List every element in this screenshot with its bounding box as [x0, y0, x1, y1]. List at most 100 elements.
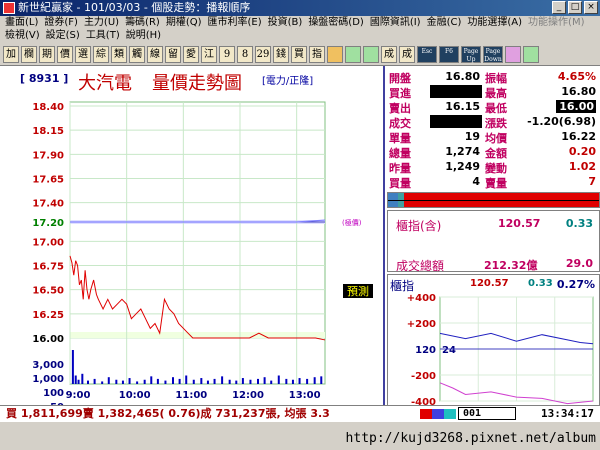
toolbar-button-13[interactable]: 8 [237, 45, 253, 63]
volume-bar [313, 377, 316, 384]
toolbar-button-23[interactable]: Esc [417, 45, 437, 63]
menu-item-secondary-3[interactable]: 說明(H) [123, 29, 164, 43]
target-tag: 預測 [347, 284, 369, 298]
mini-index-label: 櫃指 [390, 279, 415, 293]
quote-value: 19 [464, 130, 480, 143]
price-tick-label: 16.75 [32, 262, 64, 273]
volume-bar [285, 378, 288, 384]
quote-label: 賣出 [389, 102, 411, 115]
menu-item-secondary-2[interactable]: 工具(T) [83, 29, 123, 43]
time-tick-label: 10:00 [119, 390, 151, 401]
toolbar-button-16[interactable]: 買 [291, 45, 307, 63]
volume-bar [172, 377, 174, 384]
menu-item-5[interactable]: 匯市利率(E) [205, 16, 265, 30]
toolbar-button-3[interactable]: 價 [57, 45, 73, 63]
menu-item-10[interactable]: 功能選擇(A) [464, 16, 525, 30]
menu-item-4[interactable]: 期權(Q) [163, 16, 205, 30]
menu-item-1[interactable]: 證券(F) [41, 16, 81, 30]
quote-label: 均價 [485, 132, 507, 145]
menu-item-11[interactable]: 功能操作(M) [525, 16, 587, 30]
price-tick-label: 17.00 [32, 237, 64, 248]
volume-bar [87, 380, 89, 384]
menu-item-2[interactable]: 主力(U) [81, 16, 122, 30]
menu-item-8[interactable]: 國際資訊(I) [367, 16, 424, 30]
toolbar-button-1[interactable]: 欄 [21, 45, 37, 63]
toolbar-button-21[interactable]: 成 [381, 45, 397, 63]
menu-item-0[interactable]: 畫面(L) [2, 16, 41, 30]
toolbar-button-19[interactable] [345, 45, 361, 63]
toolbar-button-14[interactable]: 29 [255, 45, 271, 63]
toolbar-button-2[interactable]: 期 [39, 45, 55, 63]
menu-item-6[interactable]: 投資(B) [265, 16, 306, 30]
volume-bar [200, 378, 203, 384]
menu-item-secondary-0[interactable]: 檢視(V) [2, 29, 43, 43]
volume-bar [107, 377, 110, 384]
price-tick-label: 16.25 [32, 310, 64, 321]
close-button[interactable]: × [584, 1, 598, 14]
quote-label: 昨量 [389, 162, 411, 175]
watermark-url: http://kujd3268.pixnet.net/album [345, 431, 596, 446]
toolbar-button-26[interactable]: Page Down [483, 45, 503, 63]
price-tick-label: 16.00 [32, 334, 64, 345]
otc-index-label: 櫃指(含) [396, 219, 442, 233]
toolbar-button-12[interactable]: 9 [219, 45, 235, 63]
price-tick-label: 17.65 [32, 175, 64, 186]
toolbar-button-20[interactable] [363, 45, 379, 63]
limit-tag: (極價) [342, 218, 362, 227]
volume-bar [164, 380, 167, 384]
mini-center-value: 24 [442, 345, 456, 356]
toolbar-button-22[interactable]: 成 [399, 45, 415, 63]
quote-row: 買進 16.00 最高 16.80 [387, 85, 600, 100]
quote-label: 買進 [389, 87, 411, 100]
toolbar-button-6[interactable]: 類 [111, 45, 127, 63]
toolbar-button-9[interactable]: 留 [165, 45, 181, 63]
quote-value: 16.15 [445, 100, 480, 113]
toolbar-button-7[interactable]: 觸 [129, 45, 145, 63]
volume-bar [81, 373, 84, 384]
quote-label: 金額 [485, 147, 507, 160]
toolbar-button-17[interactable]: 指 [309, 45, 325, 63]
toolbar-button-27[interactable] [505, 45, 521, 63]
time-tick-label: 9:00 [66, 390, 91, 401]
toolbar-button-10[interactable]: 愛 [183, 45, 199, 63]
menu-item-9[interactable]: 金融(C) [424, 16, 465, 30]
quote-row: 單量 19 均價 16.22 [387, 130, 600, 145]
mini-tick-label: 120 [415, 345, 436, 356]
toolbar-button-18[interactable] [327, 45, 343, 63]
quote-value: 16.00 [556, 100, 596, 113]
time-tick-label: 13:00 [289, 390, 321, 401]
price-tick-label: 18.15 [32, 126, 64, 137]
menu-item-3[interactable]: 籌碼(R) [122, 16, 163, 30]
quote-label: 總量 [389, 147, 411, 160]
volume-bar [143, 379, 146, 384]
toolbar-button-0[interactable]: 加 [3, 45, 19, 63]
quote-label: 振幅 [485, 72, 507, 85]
volume-bar [192, 379, 195, 384]
quote-row: 買量 4 賣量 7 [387, 175, 600, 190]
volume-bar [74, 375, 77, 384]
mini-index-panel: 櫃指 120.57 0.33 0.27% +400 +200 120 -200 -400… [387, 274, 600, 406]
toolbar-button-8[interactable]: 線 [147, 45, 163, 63]
toolbar-button-25[interactable]: Page Up [461, 45, 481, 63]
menu-bar: 畫面(L) 證券(F) 主力(U) 籌碼(R) 期權(Q) 匯市利率(E) 投資(B) 操盤密… [0, 16, 600, 46]
limit-down-band [70, 332, 325, 338]
minimize-button[interactable]: _ [552, 1, 566, 14]
volume-bar [320, 376, 323, 384]
quote-value: 1.02 [568, 160, 596, 173]
toolbar-button-15[interactable]: 錢 [273, 45, 289, 63]
maximize-button[interactable]: □ [568, 1, 582, 14]
menu-item-7[interactable]: 操盤密碼(D) [305, 16, 367, 30]
menu-item-secondary-1[interactable]: 設定(S) [43, 29, 83, 43]
plot-frame [69, 101, 326, 385]
toolbar-button-28[interactable] [523, 45, 539, 63]
volume-bar [228, 379, 231, 384]
quote-row: 賣出 16.15 最低 16.00 [387, 100, 600, 115]
menu-row-secondary: 檢視(V) 設定(S) 工具(T) 說明(H) [2, 29, 164, 43]
quote-row: 總量 1,274 金額 0.20 [387, 145, 600, 160]
toolbar-button-5[interactable]: 綜 [93, 45, 109, 63]
toolbar-button-4[interactable]: 選 [75, 45, 91, 63]
page-box[interactable]: 001 [458, 407, 516, 420]
volume-bar [178, 378, 181, 384]
toolbar-button-24[interactable]: F6 [439, 45, 459, 63]
toolbar-button-11[interactable]: 江 [201, 45, 217, 63]
